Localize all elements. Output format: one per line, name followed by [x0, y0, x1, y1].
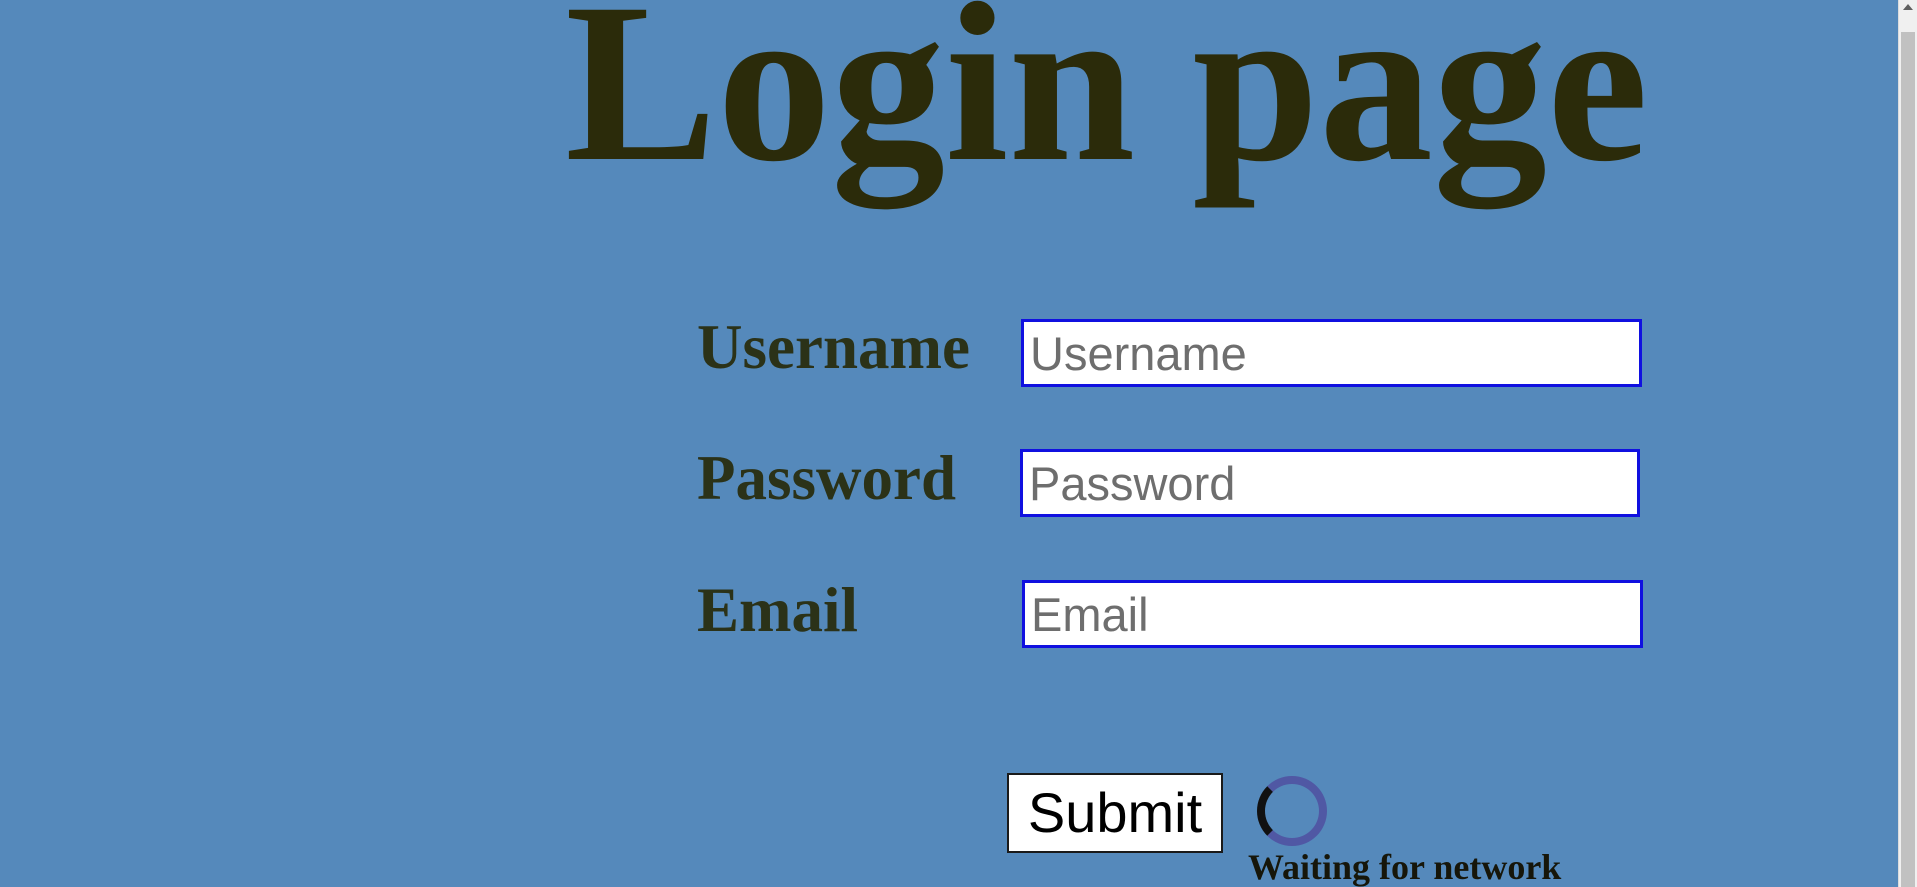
page-title: Login page — [565, 0, 1649, 209]
loading-spinner-icon — [1257, 776, 1327, 846]
submit-button[interactable]: Submit — [1007, 773, 1223, 853]
scrollbar-thumb[interactable] — [1901, 32, 1915, 887]
network-status-text: Waiting for network — [1248, 847, 1562, 887]
email-label: Email — [697, 575, 859, 645]
password-input[interactable] — [1020, 449, 1640, 517]
username-label: Username — [697, 312, 970, 382]
vertical-scrollbar[interactable] — [1898, 0, 1917, 887]
scroll-up-arrow-icon[interactable] — [1903, 4, 1913, 10]
username-input[interactable] — [1021, 319, 1642, 387]
password-label: Password — [697, 443, 957, 513]
email-input[interactable] — [1022, 580, 1643, 648]
